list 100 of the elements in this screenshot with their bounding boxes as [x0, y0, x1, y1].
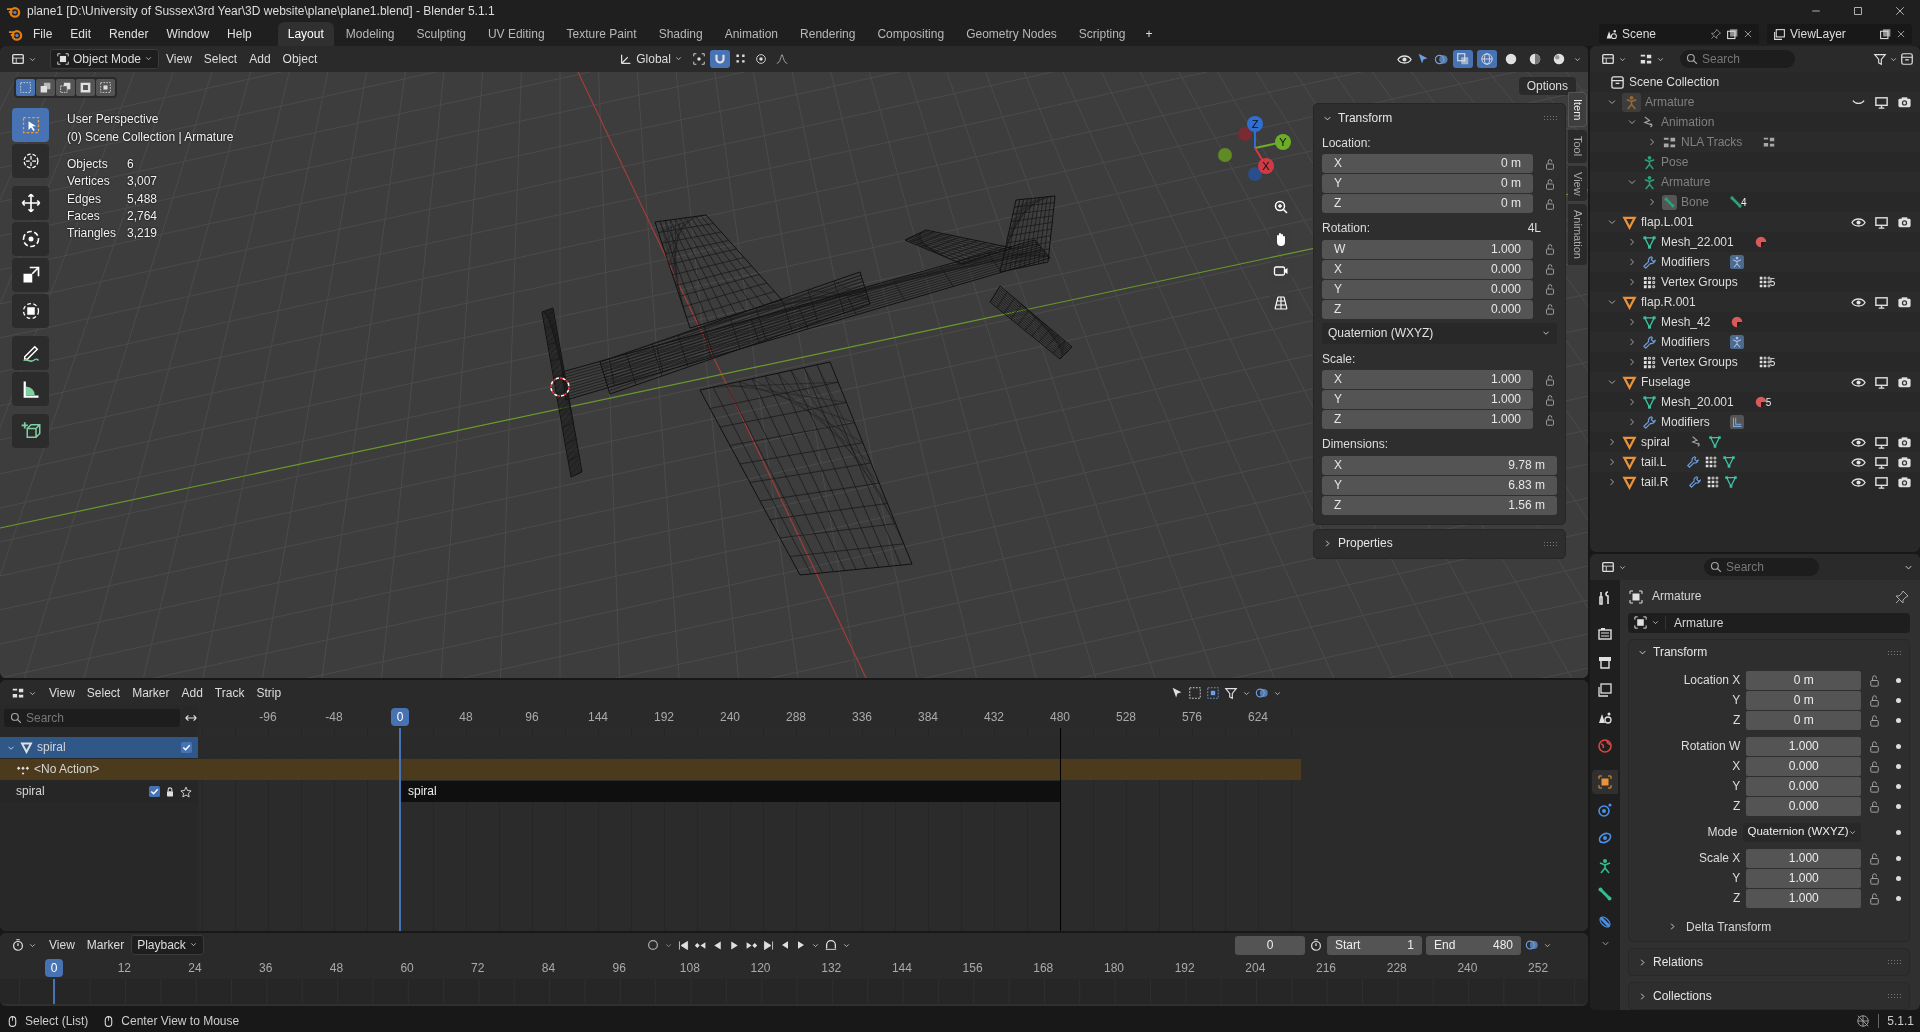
- number-field[interactable]: 1.000: [1746, 888, 1862, 908]
- workspace-tab[interactable]: Compositing: [867, 22, 955, 46]
- menu-item[interactable]: Add: [244, 49, 276, 69]
- tree-item-label[interactable]: Vertex Groups: [1661, 354, 1738, 370]
- number-field[interactable]: X 1.000: [1322, 370, 1533, 390]
- menu-item[interactable]: Render: [101, 24, 157, 44]
- mode-dropdown[interactable]: Object Mode: [50, 48, 160, 70]
- workspace-tab[interactable]: Geometry Nodes: [956, 22, 1067, 46]
- menu-item[interactable]: Select: [198, 49, 243, 69]
- current-frame-indicator[interactable]: 0: [391, 708, 409, 726]
- number-field[interactable]: 1.000: [1746, 736, 1862, 756]
- menu-item[interactable]: Marker: [127, 683, 175, 703]
- panel-title[interactable]: Properties: [1338, 536, 1393, 551]
- menu-item[interactable]: Strip: [251, 683, 287, 703]
- datablock-name-field[interactable]: Armature: [1665, 615, 1724, 631]
- menu-item[interactable]: Object: [277, 49, 323, 69]
- tree-item-label[interactable]: Scene Collection: [1629, 74, 1720, 90]
- tree-item-label[interactable]: Pose: [1661, 154, 1689, 170]
- workspace-tab[interactable]: Scripting: [1068, 22, 1136, 46]
- workspace-tab[interactable]: Sculpting: [406, 22, 476, 46]
- sidebar-tab[interactable]: Item: [1568, 92, 1588, 128]
- panel-title[interactable]: Collections: [1653, 988, 1712, 1004]
- workspace-tab[interactable]: Animation: [714, 22, 789, 46]
- number-field[interactable]: Y 0.000: [1322, 279, 1533, 299]
- navigation-gizmo[interactable]: Z Y X: [1210, 112, 1300, 192]
- menu-item[interactable]: Add: [176, 683, 208, 703]
- tree-item-label[interactable]: Modifiers: [1661, 254, 1710, 270]
- menu-item[interactable]: File: [25, 24, 61, 44]
- workspace-tab[interactable]: Layout: [277, 22, 334, 46]
- number-field[interactable]: Z 0.000: [1322, 299, 1533, 319]
- number-field[interactable]: 1.000: [1746, 868, 1862, 888]
- menu-item[interactable]: View: [161, 49, 197, 69]
- workspace-tab[interactable]: Rendering: [790, 22, 866, 46]
- number-field[interactable]: 0 m: [1746, 670, 1862, 690]
- tree-item-label[interactable]: Armature: [1661, 174, 1711, 190]
- playback-dropdown[interactable]: Playback: [131, 934, 204, 956]
- scene-selector[interactable]: Scene: [1599, 24, 1759, 44]
- menu-item[interactable]: Edit: [62, 24, 100, 44]
- tree-item-label[interactable]: tail.R: [1641, 474, 1669, 490]
- workspace-tab[interactable]: UV Editing: [477, 22, 555, 46]
- tree-item-label[interactable]: flap.R.001: [1641, 294, 1696, 310]
- number-field[interactable]: X 9.78 m: [1322, 455, 1557, 475]
- end-frame-field[interactable]: End 480: [1426, 935, 1521, 955]
- nla-strip[interactable]: spiral: [400, 781, 1060, 802]
- number-field[interactable]: 0 m: [1746, 710, 1862, 730]
- view-layer-selector[interactable]: ViewLayer: [1767, 24, 1912, 44]
- current-frame-indicator[interactable]: 0: [45, 959, 63, 977]
- number-field[interactable]: X 0 m: [1322, 154, 1533, 174]
- search-field[interactable]: Search: [4, 708, 180, 727]
- tree-item-label[interactable]: Fuselage: [1641, 374, 1691, 390]
- number-field[interactable]: Y 0 m: [1322, 174, 1533, 194]
- number-field[interactable]: Z 1.000: [1322, 410, 1533, 430]
- menu-item[interactable]: Track: [209, 683, 250, 703]
- sidebar-tab[interactable]: Animation: [1568, 204, 1588, 266]
- frame-field[interactable]: 0: [1235, 935, 1305, 955]
- rotation-mode-dropdown[interactable]: Quaternion (WXYZ): [1322, 322, 1557, 344]
- tree-item-label[interactable]: Bone: [1681, 194, 1710, 210]
- number-field[interactable]: Y 6.83 m: [1322, 475, 1557, 495]
- panel-title[interactable]: Relations: [1653, 954, 1704, 970]
- number-field[interactable]: 0.000: [1746, 796, 1862, 816]
- subpanel-title[interactable]: Delta Transform: [1686, 919, 1772, 934]
- number-field[interactable]: Z 1.56 m: [1322, 495, 1557, 515]
- tree-item-label[interactable]: Mesh_22.001: [1661, 234, 1734, 250]
- tree-item-label[interactable]: Mesh_20.001: [1661, 394, 1734, 410]
- panel-title[interactable]: Transform: [1338, 110, 1393, 126]
- tree-item-label[interactable]: flap.L.001: [1641, 214, 1694, 230]
- workspace-tab[interactable]: Texture Paint: [556, 22, 647, 46]
- menu-item[interactable]: Select: [81, 683, 126, 703]
- start-frame-field[interactable]: Start 1: [1327, 935, 1422, 955]
- sidebar-tab[interactable]: Tool: [1568, 130, 1588, 163]
- sidebar-tab[interactable]: View: [1568, 165, 1588, 202]
- channel-name[interactable]: spiral: [16, 784, 45, 799]
- channel-name[interactable]: spiral: [37, 740, 66, 755]
- add-workspace-button[interactable]: +: [1137, 24, 1161, 44]
- number-field[interactable]: Y 1.000: [1322, 390, 1533, 410]
- search-field[interactable]: Search: [1704, 558, 1819, 576]
- tree-item-label[interactable]: NLA Tracks: [1681, 134, 1743, 150]
- panel-title[interactable]: Transform: [1653, 645, 1708, 660]
- tree-item-label[interactable]: Animation: [1661, 114, 1715, 130]
- number-field[interactable]: 1.000: [1746, 848, 1862, 868]
- tree-item-label[interactable]: tail.L: [1641, 454, 1667, 470]
- rotation-mode-dropdown[interactable]: Quaternion (WXYZ): [1743, 822, 1862, 842]
- menu-item[interactable]: View: [44, 935, 80, 955]
- number-field[interactable]: X 0.000: [1322, 259, 1533, 279]
- menu-item[interactable]: Window: [158, 24, 218, 44]
- tree-item-label[interactable]: Vertex Groups: [1661, 274, 1738, 290]
- options-dropdown[interactable]: Options: [1518, 77, 1576, 96]
- tree-item-label[interactable]: Modifiers: [1661, 334, 1710, 350]
- orientation-dropdown[interactable]: Global: [614, 49, 688, 69]
- tree-item-label[interactable]: spiral: [1641, 434, 1670, 450]
- workspace-tab[interactable]: Shading: [648, 22, 713, 46]
- number-field[interactable]: 0 m: [1746, 690, 1862, 710]
- search-field[interactable]: Search: [1680, 50, 1795, 68]
- menu-item[interactable]: View: [44, 683, 80, 703]
- tree-item-label[interactable]: Modifiers: [1661, 414, 1710, 430]
- workspace-tab[interactable]: Modeling: [335, 22, 405, 46]
- tree-item-label[interactable]: Mesh_42: [1661, 314, 1711, 330]
- number-field[interactable]: W 1.000: [1322, 239, 1533, 259]
- tree-item-label[interactable]: Armature: [1645, 94, 1695, 110]
- number-field[interactable]: 0.000: [1746, 776, 1862, 796]
